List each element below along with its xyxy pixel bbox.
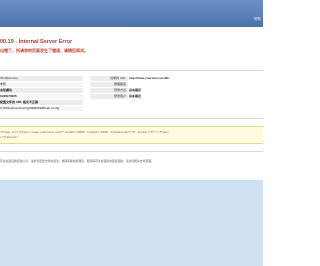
detail-error-code: 0x80070005 <box>0 94 83 99</box>
config-source-line: <frame src="https://www.yoursite.com/" w… <box>0 131 170 134</box>
section-divider <box>0 70 263 71</box>
error-subtitle: 出错了，所请求的页面发生了错误，请稍后再试。 <box>0 48 88 53</box>
detail-error-code-text: 0x80070005 <box>0 94 17 98</box>
error-details-panel: IIS Web Core 未知 未知模块 0x80070005 配置文件的 XM… <box>0 75 263 111</box>
detail-config-file: C:\PS\web\webconfig\WEB\WEB\web.config <box>0 106 83 111</box>
more-info-text: 有关此错误的更多信息，请检查配置文件的语法，或联系网站管理员。要获得有关此错误的… <box>0 159 154 163</box>
config-source-box: <frame src="https://www.yoursite.com/" w… <box>0 126 263 144</box>
request-url-value: http://www.yoursite.com:80/ <box>129 76 169 80</box>
config-source-line: </frameset> <box>0 136 19 139</box>
header-help-link[interactable]: 帮助 <box>254 17 261 22</box>
detail-module-text: IIS Web Core <box>0 76 18 80</box>
detail-module: IIS Web Core <box>0 76 83 81</box>
detail-config-error: 配置文件的 XML 格式不正确 <box>0 100 83 105</box>
error-title: 00.19 - Internal Server Error <box>0 39 73 45</box>
lower-background-panel <box>0 180 263 266</box>
logon-method-value: 尚未确定 <box>129 88 142 92</box>
detail-handler-text: 未知模块 <box>0 88 13 92</box>
logon-method-label: 登录方法 <box>90 88 128 93</box>
detail-config-file-text: C:\PS\web\webconfig\WEB\WEB\web.config <box>0 106 60 110</box>
logon-user-value: 尚未确定 <box>129 94 142 98</box>
detail-notification-text: 未知 <box>0 82 7 86</box>
physical-path-value <box>128 82 264 87</box>
section-divider <box>0 151 263 152</box>
detail-handler: 未知模块 <box>0 88 83 93</box>
detail-config-error-text: 配置文件的 XML 格式不正确 <box>0 100 38 104</box>
physical-path-label: 物理路径 <box>90 82 128 87</box>
request-url-label: 请求的 URL <box>90 76 128 81</box>
section-divider <box>0 118 263 119</box>
top-header-bar: 帮助 <box>0 0 263 27</box>
logon-user-label: 登录用户 <box>90 94 128 99</box>
detail-notification: 未知 <box>0 82 83 87</box>
